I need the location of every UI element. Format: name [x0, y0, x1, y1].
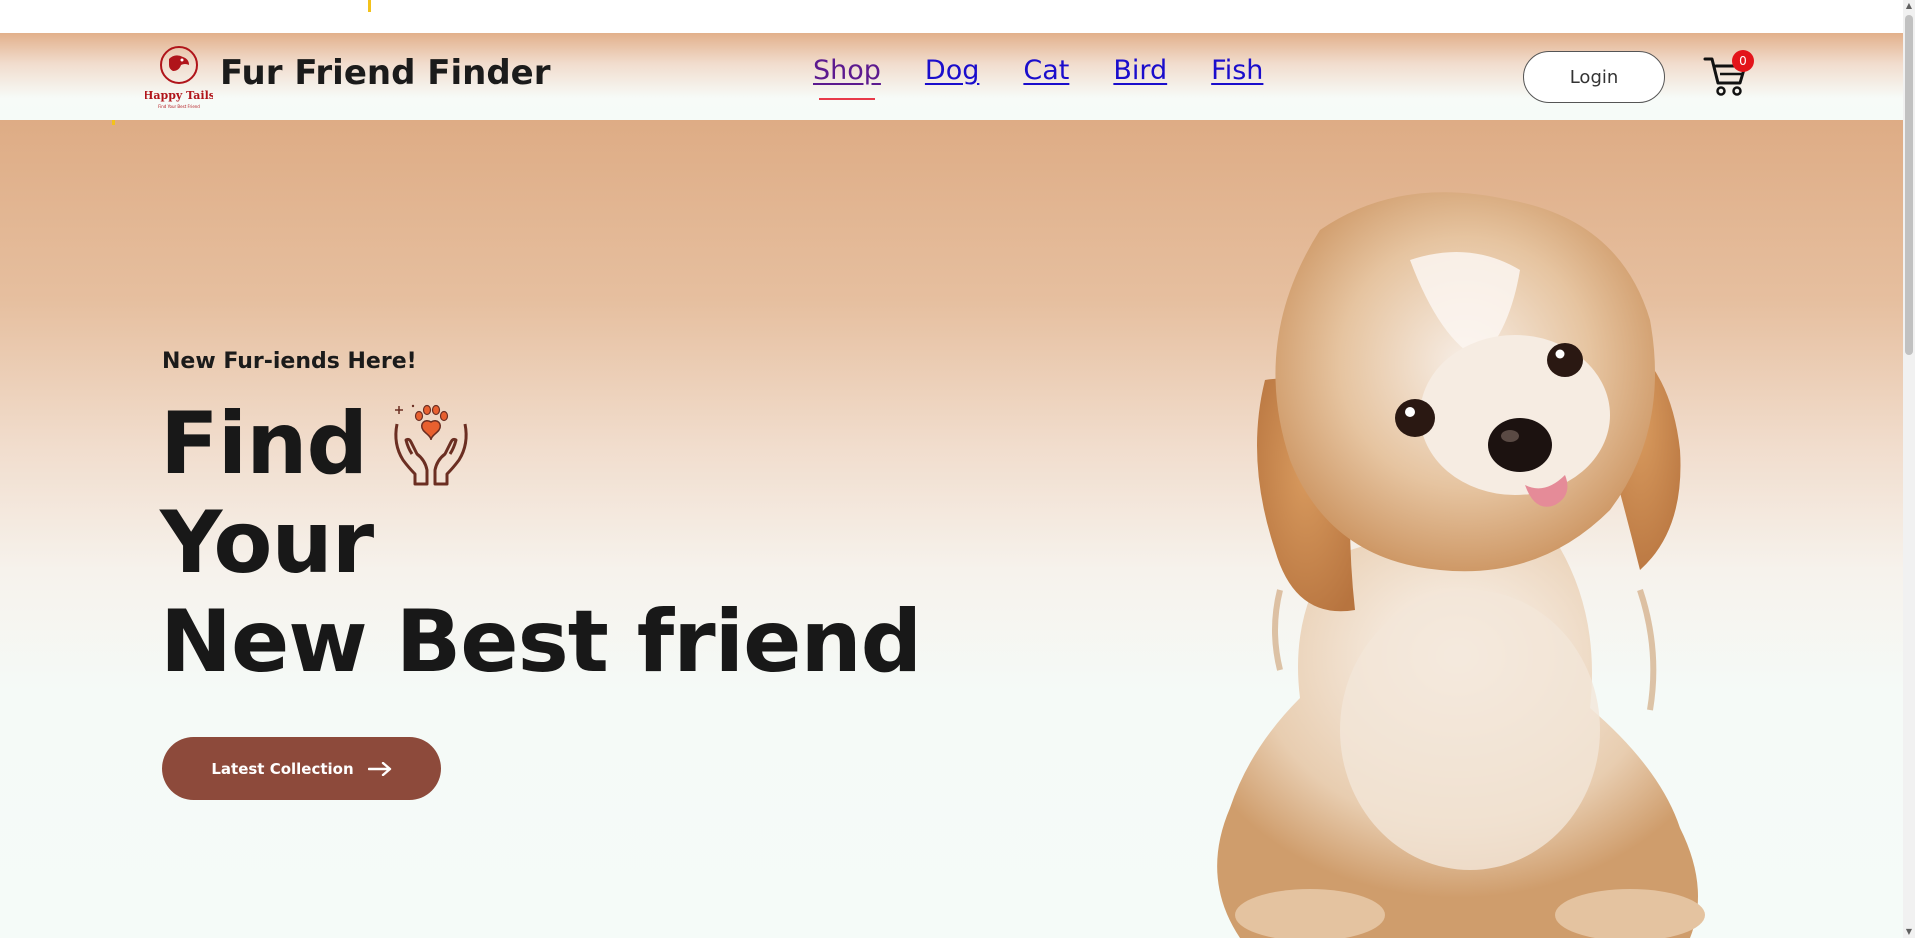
nav-link-fish[interactable]: Fish	[1211, 55, 1263, 86]
headline-line-2: Your	[160, 493, 374, 593]
nav-link-bird[interactable]: Bird	[1113, 55, 1167, 86]
svg-text:Find Your Best Friend: Find Your Best Friend	[158, 104, 200, 109]
scroll-thumb[interactable]	[1905, 15, 1913, 355]
puppy-image	[1217, 192, 1705, 938]
headline-line-1: Find	[160, 395, 921, 494]
hero-headline: Find Your New Best friend	[160, 395, 922, 692]
hero-tagline: New Fur-iends Here!	[162, 349, 417, 374]
cart-count-badge: 0	[1732, 50, 1754, 72]
svg-text:Happy Tails: Happy Tails	[145, 89, 213, 102]
scroll-down-icon[interactable]: ▼	[1903, 926, 1915, 938]
nav-label: Shop	[813, 55, 881, 86]
main-nav: Shop Dog Cat Bird Fish	[813, 55, 1307, 100]
navbar: Happy Tails Find Your Best Friend Fur Fr…	[0, 33, 1903, 120]
headline-line-3: New Best friend	[160, 592, 922, 692]
nav-link-shop[interactable]: Shop	[813, 55, 881, 100]
brand-title: Fur Friend Finder	[220, 53, 551, 93]
hero-section: New Fur-iends Here! Find Your New Best f…	[0, 120, 1903, 938]
nav-link-dog[interactable]: Dog	[925, 55, 979, 86]
login-button[interactable]: Login	[1523, 51, 1665, 103]
page-scrollbar[interactable]: ▲ ▼	[1903, 0, 1915, 938]
paw-in-hands-icon	[394, 404, 468, 486]
headline-text: Find	[160, 394, 368, 494]
scroll-up-icon[interactable]: ▲	[1903, 0, 1915, 12]
cta-label: Latest Collection	[211, 759, 354, 778]
active-indicator	[819, 98, 875, 100]
decorative-spark	[112, 120, 115, 125]
top-strip	[0, 0, 1903, 44]
nav-link-cat[interactable]: Cat	[1023, 55, 1069, 86]
latest-collection-button[interactable]: Latest Collection	[162, 737, 441, 800]
decorative-spark	[368, 0, 371, 12]
arrow-right-icon	[367, 761, 391, 776]
happy-tails-logo[interactable]: Happy Tails Find Your Best Friend	[145, 45, 213, 111]
